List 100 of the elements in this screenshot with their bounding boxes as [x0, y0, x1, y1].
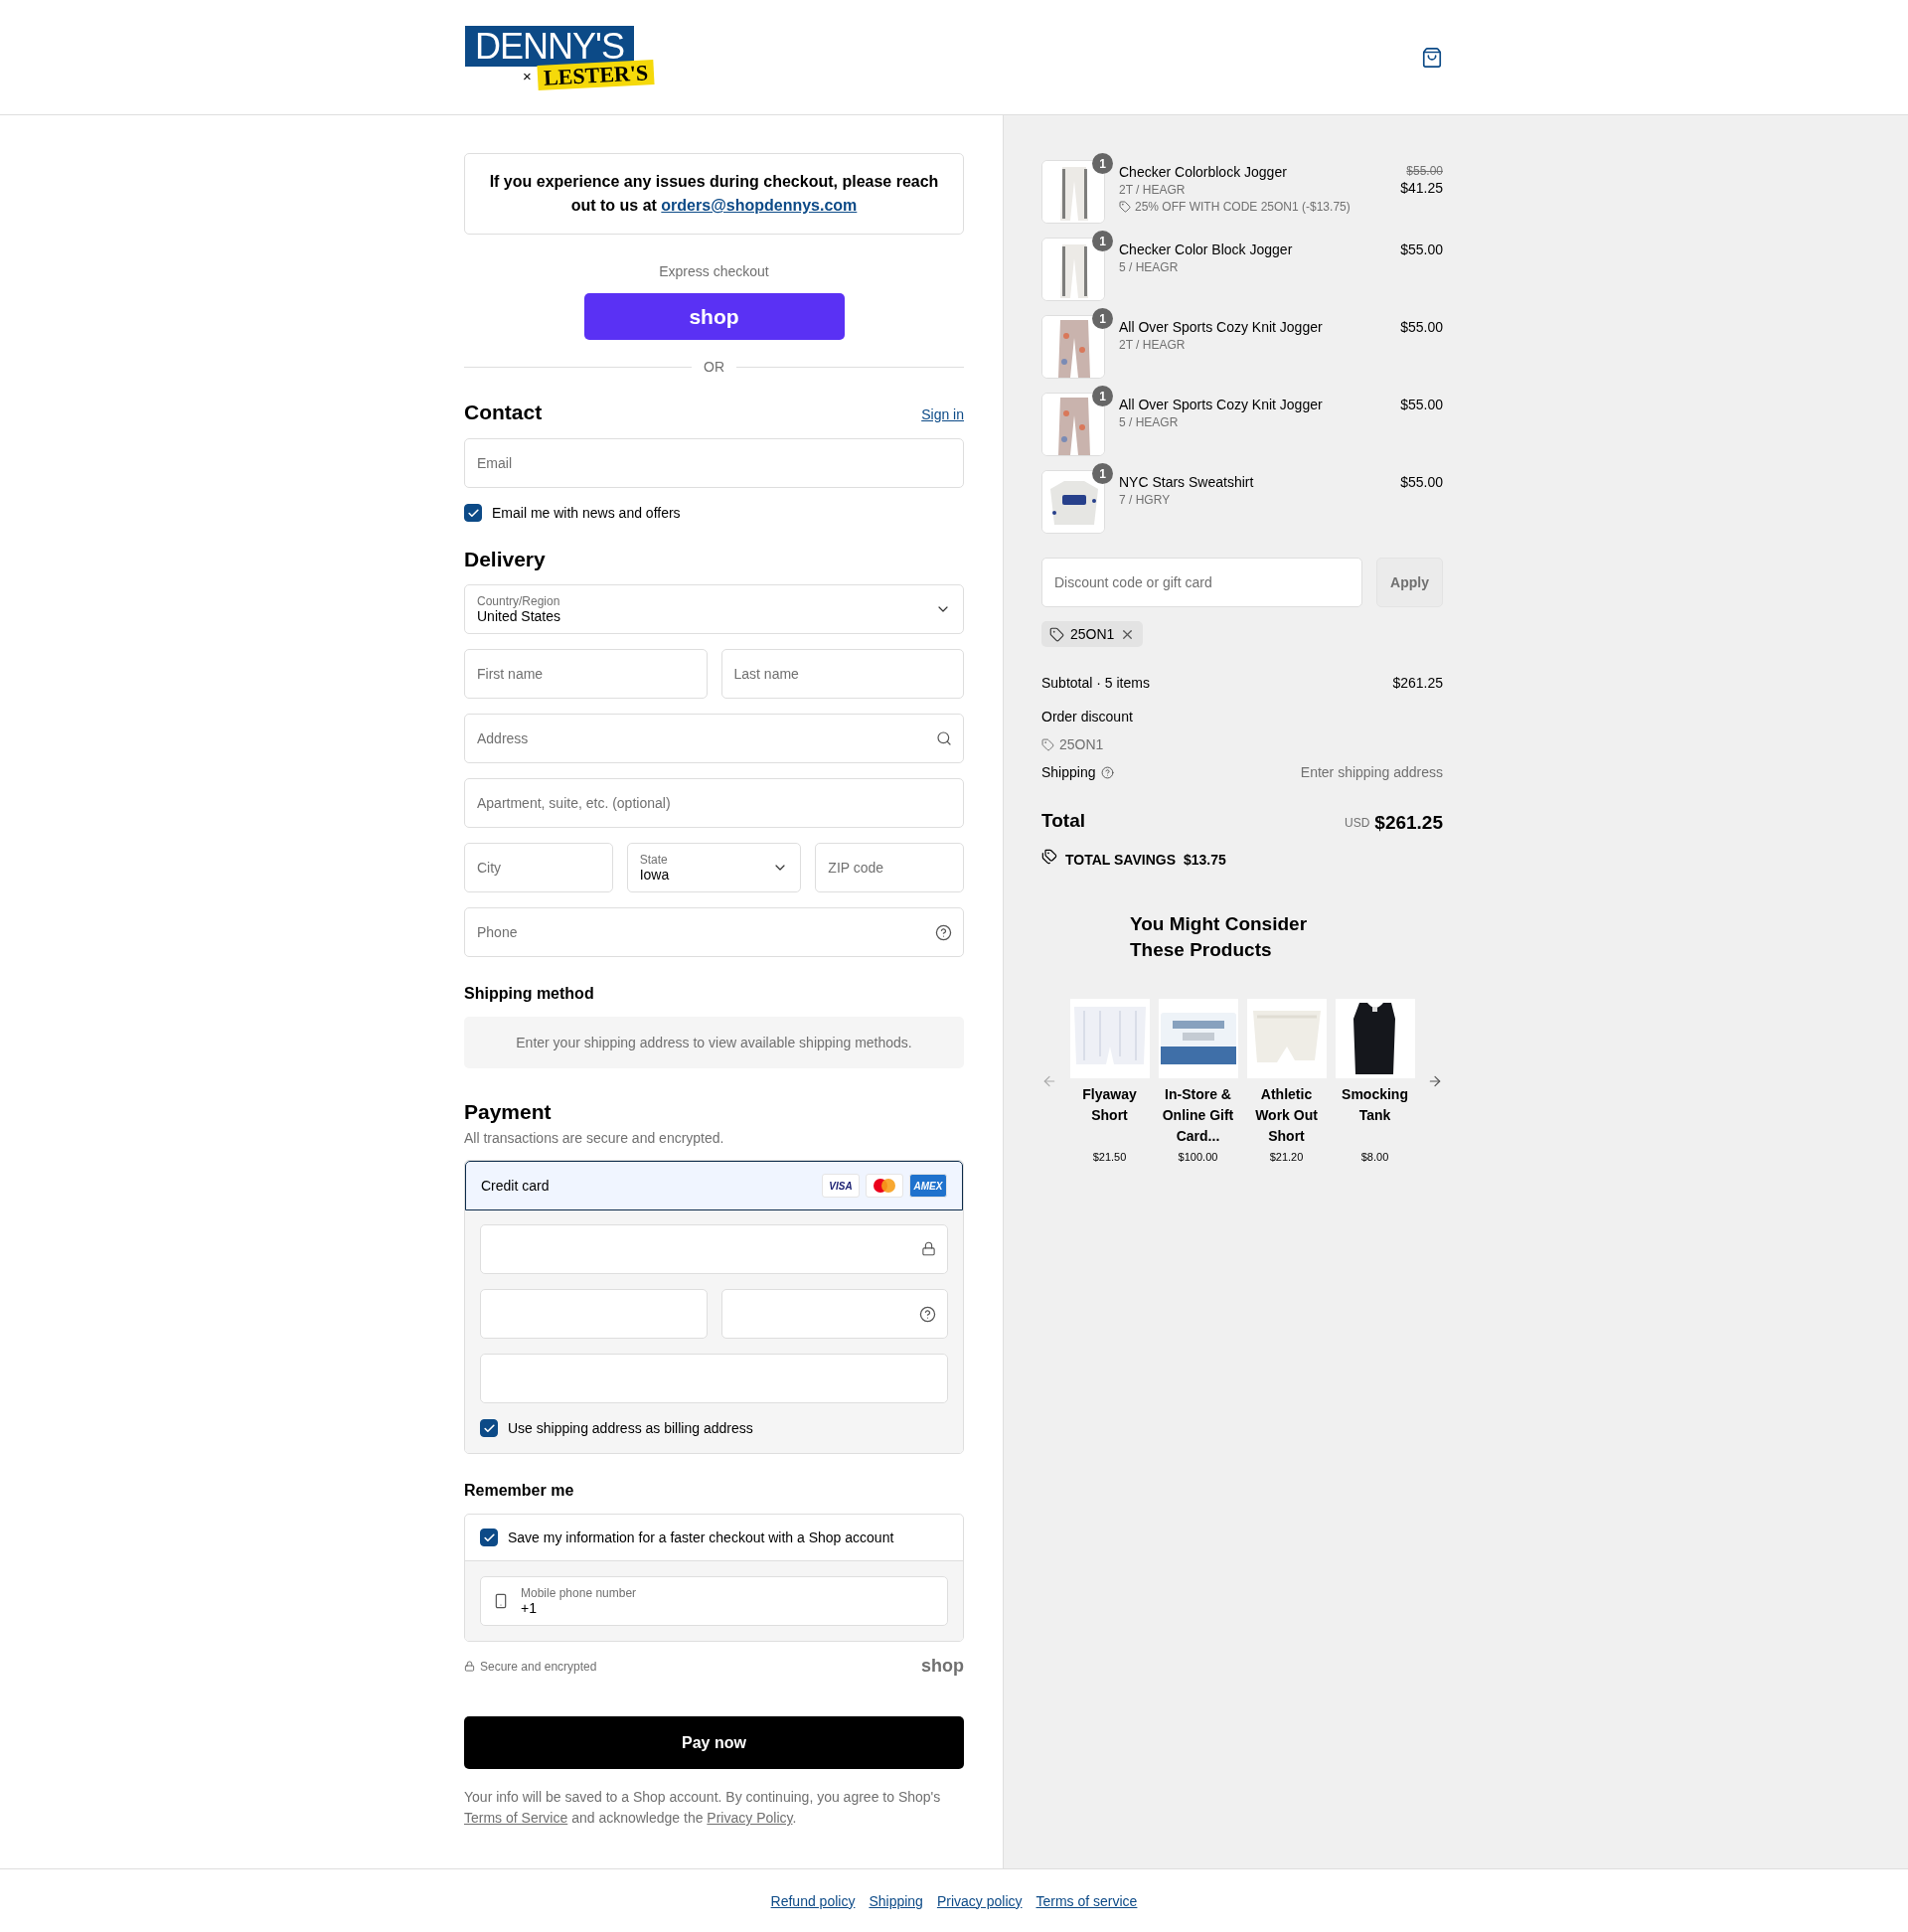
email-link[interactable]: orders@shopdennys.com: [661, 197, 858, 214]
subtotal-value: $261.25: [1392, 675, 1443, 691]
total-label: Total: [1041, 810, 1085, 832]
tags-icon: [1041, 849, 1057, 865]
product-variant: 2T / HEAGR: [1119, 338, 1187, 352]
quantity-badge: 1: [1092, 386, 1113, 406]
pay-now-button[interactable]: Pay now: [464, 1716, 964, 1769]
footer-link[interactable]: Refund policy: [770, 1892, 856, 1909]
search-icon: [936, 730, 952, 746]
checkmark-icon: [466, 506, 480, 520]
card-brand-logo: VISA: [822, 1174, 860, 1198]
quantity-badge: 1: [1092, 153, 1113, 174]
checkbox-label: Email me with news and offers: [492, 505, 681, 521]
subtotal-label: Subtotal · 5 items: [1041, 675, 1150, 691]
checkbox[interactable]: [480, 1419, 498, 1437]
quantity-badge: 1: [1092, 308, 1113, 329]
product-name[interactable]: Flyaway Short: [1069, 1084, 1150, 1147]
product-price: $55.00: [1400, 474, 1443, 490]
total-savings-value: $13.75: [1184, 852, 1226, 868]
product-name: All Over Sports Cozy Knit Jogger: [1119, 397, 1324, 412]
shopping-bag-icon[interactable]: [1421, 46, 1443, 69]
product-name[interactable]: In-Store & Online Gift Card...: [1158, 1084, 1238, 1147]
state-select[interactable]: State Iowa: [626, 843, 802, 892]
footer-link[interactable]: Terms of service: [1035, 1892, 1138, 1909]
mobile-phone-field[interactable]: Mobile phone number +1: [480, 1576, 948, 1626]
checkbox[interactable]: [464, 504, 482, 522]
recommendations-title: You Might Consider These Products: [1130, 912, 1309, 962]
security-code-field[interactable]: [720, 1289, 948, 1339]
discount-note: 25% OFF WITH CODE 25ON1 (-$13.75): [1135, 200, 1351, 214]
apply-button[interactable]: Apply: [1376, 558, 1443, 607]
product-variant: 2T / HEAGR: [1119, 183, 1187, 197]
name-on-card-field[interactable]: [480, 1354, 948, 1403]
logo[interactable]: DENNY'S × LESTER'S: [465, 26, 664, 88]
discount-code: 25ON1: [1059, 736, 1104, 752]
payment-method-option[interactable]: Credit card VISA AMEX: [465, 1161, 963, 1210]
policy-link[interactable]: Terms of Service: [464, 1810, 568, 1826]
sign-in-link[interactable]: Sign in: [921, 406, 964, 422]
order-discount-label: Order discount: [1041, 709, 1133, 724]
checkmark-icon: [482, 1530, 496, 1544]
section-title: Shipping method: [464, 985, 594, 1003]
shipping-method-message: Enter your shipping address to view available shipping methods.: [464, 1017, 964, 1068]
checkout-notice: If you experience any issues during checkout, please reach out to us at orders@shopdennys.com: [464, 153, 964, 235]
checkbox[interactable]: [480, 1529, 498, 1546]
section-title: Remember me: [464, 1482, 574, 1500]
original-price: $55.00: [1406, 164, 1443, 178]
section-title: Payment: [464, 1100, 552, 1124]
footer-link[interactable]: Shipping: [869, 1892, 923, 1909]
product-price: $41.25: [1400, 180, 1443, 196]
checkmark-icon: [482, 1421, 496, 1435]
payment-subtitle: All transactions are secure and encrypted.: [464, 1130, 725, 1146]
name-field[interactable]: Last name: [720, 649, 964, 699]
product-name: NYC Stars Sweatshirt: [1119, 474, 1255, 490]
quantity-badge: 1: [1092, 463, 1113, 484]
checkbox-label: Save my information for a faster checkout with a Shop account: [508, 1530, 894, 1545]
discount-code-field[interactable]: Discount code or gift card: [1041, 558, 1362, 607]
currency-code: USD: [1344, 816, 1370, 830]
shipping-value: Enter shipping address: [1300, 764, 1443, 780]
tag-icon: [1119, 201, 1131, 213]
phone-icon: [493, 1593, 509, 1609]
product-price: $100.00: [1178, 1151, 1218, 1163]
product-name: Checker Colorblock Jogger: [1119, 164, 1288, 180]
total-savings-label: TOTAL SAVINGS: [1065, 852, 1176, 868]
quantity-badge: 1: [1092, 231, 1113, 251]
zip-field[interactable]: ZIP code: [815, 843, 964, 892]
country-select[interactable]: Country/Region United States: [464, 584, 964, 634]
product-variant: 5 / HEAGR: [1119, 415, 1180, 429]
address-field[interactable]: Address: [464, 714, 964, 763]
shop-logo: shop: [921, 1656, 964, 1677]
lock-icon: [921, 1241, 936, 1256]
help-icon: [935, 924, 952, 941]
lock-icon: [464, 1661, 475, 1672]
product-name: Checker Color Block Jogger: [1119, 242, 1294, 257]
expiry-field[interactable]: [480, 1289, 708, 1339]
express-checkout-label: Express checkout: [658, 263, 770, 279]
shop-pay-button[interactable]: shop: [583, 293, 845, 340]
name-field[interactable]: First name: [464, 649, 708, 699]
city-field[interactable]: City: [464, 843, 613, 892]
section-title: Contact: [464, 401, 543, 424]
product-price: $55.00: [1400, 397, 1443, 412]
card-number-field[interactable]: [480, 1224, 948, 1274]
product-variant: 7 / HGRY: [1119, 493, 1172, 507]
product-name[interactable]: Smocking Tank: [1335, 1084, 1415, 1147]
discount-chip: 25ON1: [1041, 621, 1144, 647]
secure-note: Secure and encrypted: [480, 1659, 597, 1674]
footer-link[interactable]: Privacy policy: [936, 1892, 1023, 1909]
product-name: All Over Sports Cozy Knit Jogger: [1119, 319, 1324, 335]
tag-icon: [1041, 737, 1054, 751]
product-name[interactable]: Athletic Work Out Short: [1246, 1084, 1327, 1147]
phone-field[interactable]: Phone: [464, 907, 964, 957]
help-icon: [919, 1306, 936, 1323]
card-brand-logo: AMEX: [909, 1174, 947, 1198]
product-price: $21.20: [1269, 1151, 1304, 1163]
checkbox-label: Use shipping address as billing address: [508, 1420, 753, 1436]
product-price: $8.00: [1360, 1151, 1389, 1163]
product-variant: 5 / HEAGR: [1119, 260, 1180, 274]
email-field[interactable]: Email: [464, 438, 964, 488]
help-icon: [1100, 765, 1114, 779]
apartment-field[interactable]: Apartment, suite, etc. (optional): [464, 778, 964, 828]
or-divider-label: OR: [704, 359, 724, 375]
product-price: $55.00: [1400, 319, 1443, 335]
